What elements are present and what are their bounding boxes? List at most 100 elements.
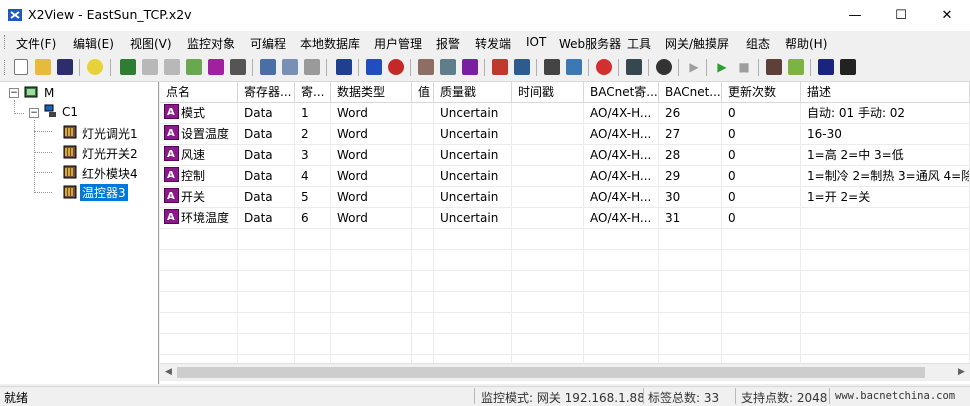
history-icon[interactable]: [440, 59, 456, 75]
scroll-right-icon[interactable]: ▶: [953, 364, 970, 381]
menu-forwarding[interactable]: 转发端: [475, 35, 511, 52]
cell-register: Data: [238, 145, 295, 166]
cell-bacnet-register: [584, 229, 659, 250]
column-header[interactable]: 寄...: [295, 82, 331, 103]
menu-view[interactable]: 视图(V): [130, 35, 172, 52]
toolbar-separator: [110, 59, 111, 76]
cell-data-type: Word: [331, 103, 412, 124]
column-header[interactable]: 寄存器...: [238, 82, 295, 103]
menu-file[interactable]: 文件(F): [16, 35, 56, 52]
cell-text: Word: [337, 211, 368, 225]
horizontal-scrollbar[interactable]: ◀ ▶: [160, 363, 970, 381]
tree-device-node-selected[interactable]: 温控器3: [80, 184, 128, 201]
menu-monitor-objects[interactable]: 监控对象: [187, 35, 235, 52]
menu-iot[interactable]: IOT: [526, 35, 546, 49]
tree-device-node[interactable]: 红外模块4: [82, 165, 138, 182]
close-button[interactable]: ✕: [924, 0, 970, 31]
tree-root-node[interactable]: M: [44, 86, 54, 100]
help-icon[interactable]: [87, 59, 103, 75]
list-icon[interactable]: [366, 59, 382, 75]
save-icon[interactable]: [57, 59, 73, 75]
status-bar: 就绪 监控模式: 网关 192.168.1.88 标签总数: 33 支持点数: …: [0, 386, 970, 405]
column-header[interactable]: 数据类型: [331, 82, 412, 103]
new-file-icon[interactable]: [14, 59, 28, 75]
toolbar-separator: [618, 59, 619, 76]
trend-icon[interactable]: [418, 59, 434, 75]
menu-user-management[interactable]: 用户管理: [374, 35, 422, 52]
column-header[interactable]: BACnet寄...: [584, 82, 659, 103]
minimize-button[interactable]: —: [832, 0, 878, 31]
tree-device-node[interactable]: 灯光开关2: [82, 145, 138, 162]
run-icon[interactable]: ▶: [714, 59, 730, 75]
cell-text: 1=开 2=关: [807, 190, 871, 204]
clock-icon[interactable]: [388, 59, 404, 75]
log-icon[interactable]: [626, 59, 642, 75]
menu-gateway-touchscreen[interactable]: 网关/触摸屏: [665, 35, 729, 52]
cell-register: [238, 250, 295, 271]
home-icon[interactable]: [840, 59, 856, 75]
chart-icon[interactable]: [492, 59, 508, 75]
column-header[interactable]: 描述: [801, 82, 970, 103]
menu-programmable[interactable]: 可编程: [250, 35, 286, 52]
stop-icon[interactable]: ■: [736, 59, 752, 75]
cell-description: [801, 271, 970, 292]
property-icon[interactable]: [230, 59, 246, 75]
cell-text: 26: [665, 106, 681, 120]
menu-configuration[interactable]: 组态: [746, 35, 770, 52]
device-tree[interactable]: − M − C1 灯光调光1 灯光开关2 红外模块4 温控器3: [0, 82, 159, 384]
scroll-left-icon[interactable]: ◀: [160, 364, 177, 381]
csv-icon[interactable]: [208, 59, 224, 75]
cell-description: [801, 229, 970, 250]
cell-address: [295, 313, 331, 334]
cell-text: AO/4X-H...: [590, 106, 652, 120]
monitor-icon[interactable]: [336, 59, 352, 75]
cell-text: 1: [301, 106, 309, 120]
column-header[interactable]: 质量戳: [434, 82, 512, 103]
view-icon[interactable]: [656, 59, 672, 75]
paste-icon[interactable]: [304, 59, 320, 75]
column-header[interactable]: 时间戳: [512, 82, 584, 103]
cut-icon[interactable]: [260, 59, 276, 75]
menu-web-server[interactable]: Web服务器: [559, 35, 621, 52]
column-header[interactable]: 值: [412, 82, 434, 103]
cell-text: 27: [665, 127, 681, 141]
device-icon[interactable]: [818, 59, 834, 75]
tool-icon[interactable]: [566, 59, 582, 75]
menu-local-database[interactable]: 本地数据库: [300, 35, 360, 52]
maximize-button[interactable]: ☐: [878, 0, 924, 31]
column-header[interactable]: BACnet...: [659, 82, 722, 103]
analog-point-icon: [164, 124, 179, 144]
menu-alarm[interactable]: 报警: [436, 35, 460, 52]
column-header[interactable]: 点名: [160, 82, 238, 103]
cell-timestamp: [512, 250, 584, 271]
play-icon[interactable]: ▶: [686, 59, 702, 75]
report-icon[interactable]: [514, 59, 530, 75]
column-header[interactable]: 更新次数: [722, 82, 801, 103]
cell-text: 28: [665, 148, 681, 162]
root-expander[interactable]: −: [9, 88, 19, 98]
menu-help[interactable]: 帮助(H): [785, 35, 827, 52]
menu-edit[interactable]: 编辑(E): [73, 35, 114, 52]
cell-data-type: [331, 271, 412, 292]
tree-channel-node[interactable]: C1: [62, 105, 78, 119]
open-folder-icon[interactable]: [35, 59, 51, 75]
cell-text: 3: [301, 148, 309, 162]
script-icon[interactable]: [544, 59, 560, 75]
cell-text: AO/4X-H...: [590, 190, 652, 204]
tree-device-node[interactable]: 灯光调光1: [82, 125, 138, 142]
settings-icon[interactable]: [766, 59, 782, 75]
import-icon[interactable]: [186, 59, 202, 75]
cell-register: Data: [238, 208, 295, 229]
scroll-thumb[interactable]: [177, 367, 925, 378]
alarm-icon[interactable]: [596, 59, 612, 75]
toolbar-separator: [810, 59, 811, 76]
add-device-icon[interactable]: [120, 59, 136, 75]
edit-icon[interactable]: [142, 59, 158, 75]
delete-icon[interactable]: [164, 59, 180, 75]
b-icon[interactable]: [462, 59, 478, 75]
cell-text: 模式: [181, 106, 206, 120]
channel-expander[interactable]: −: [29, 108, 39, 118]
copy-icon[interactable]: [282, 59, 298, 75]
menu-tools[interactable]: 工具: [627, 35, 651, 52]
download-icon[interactable]: [788, 59, 804, 75]
